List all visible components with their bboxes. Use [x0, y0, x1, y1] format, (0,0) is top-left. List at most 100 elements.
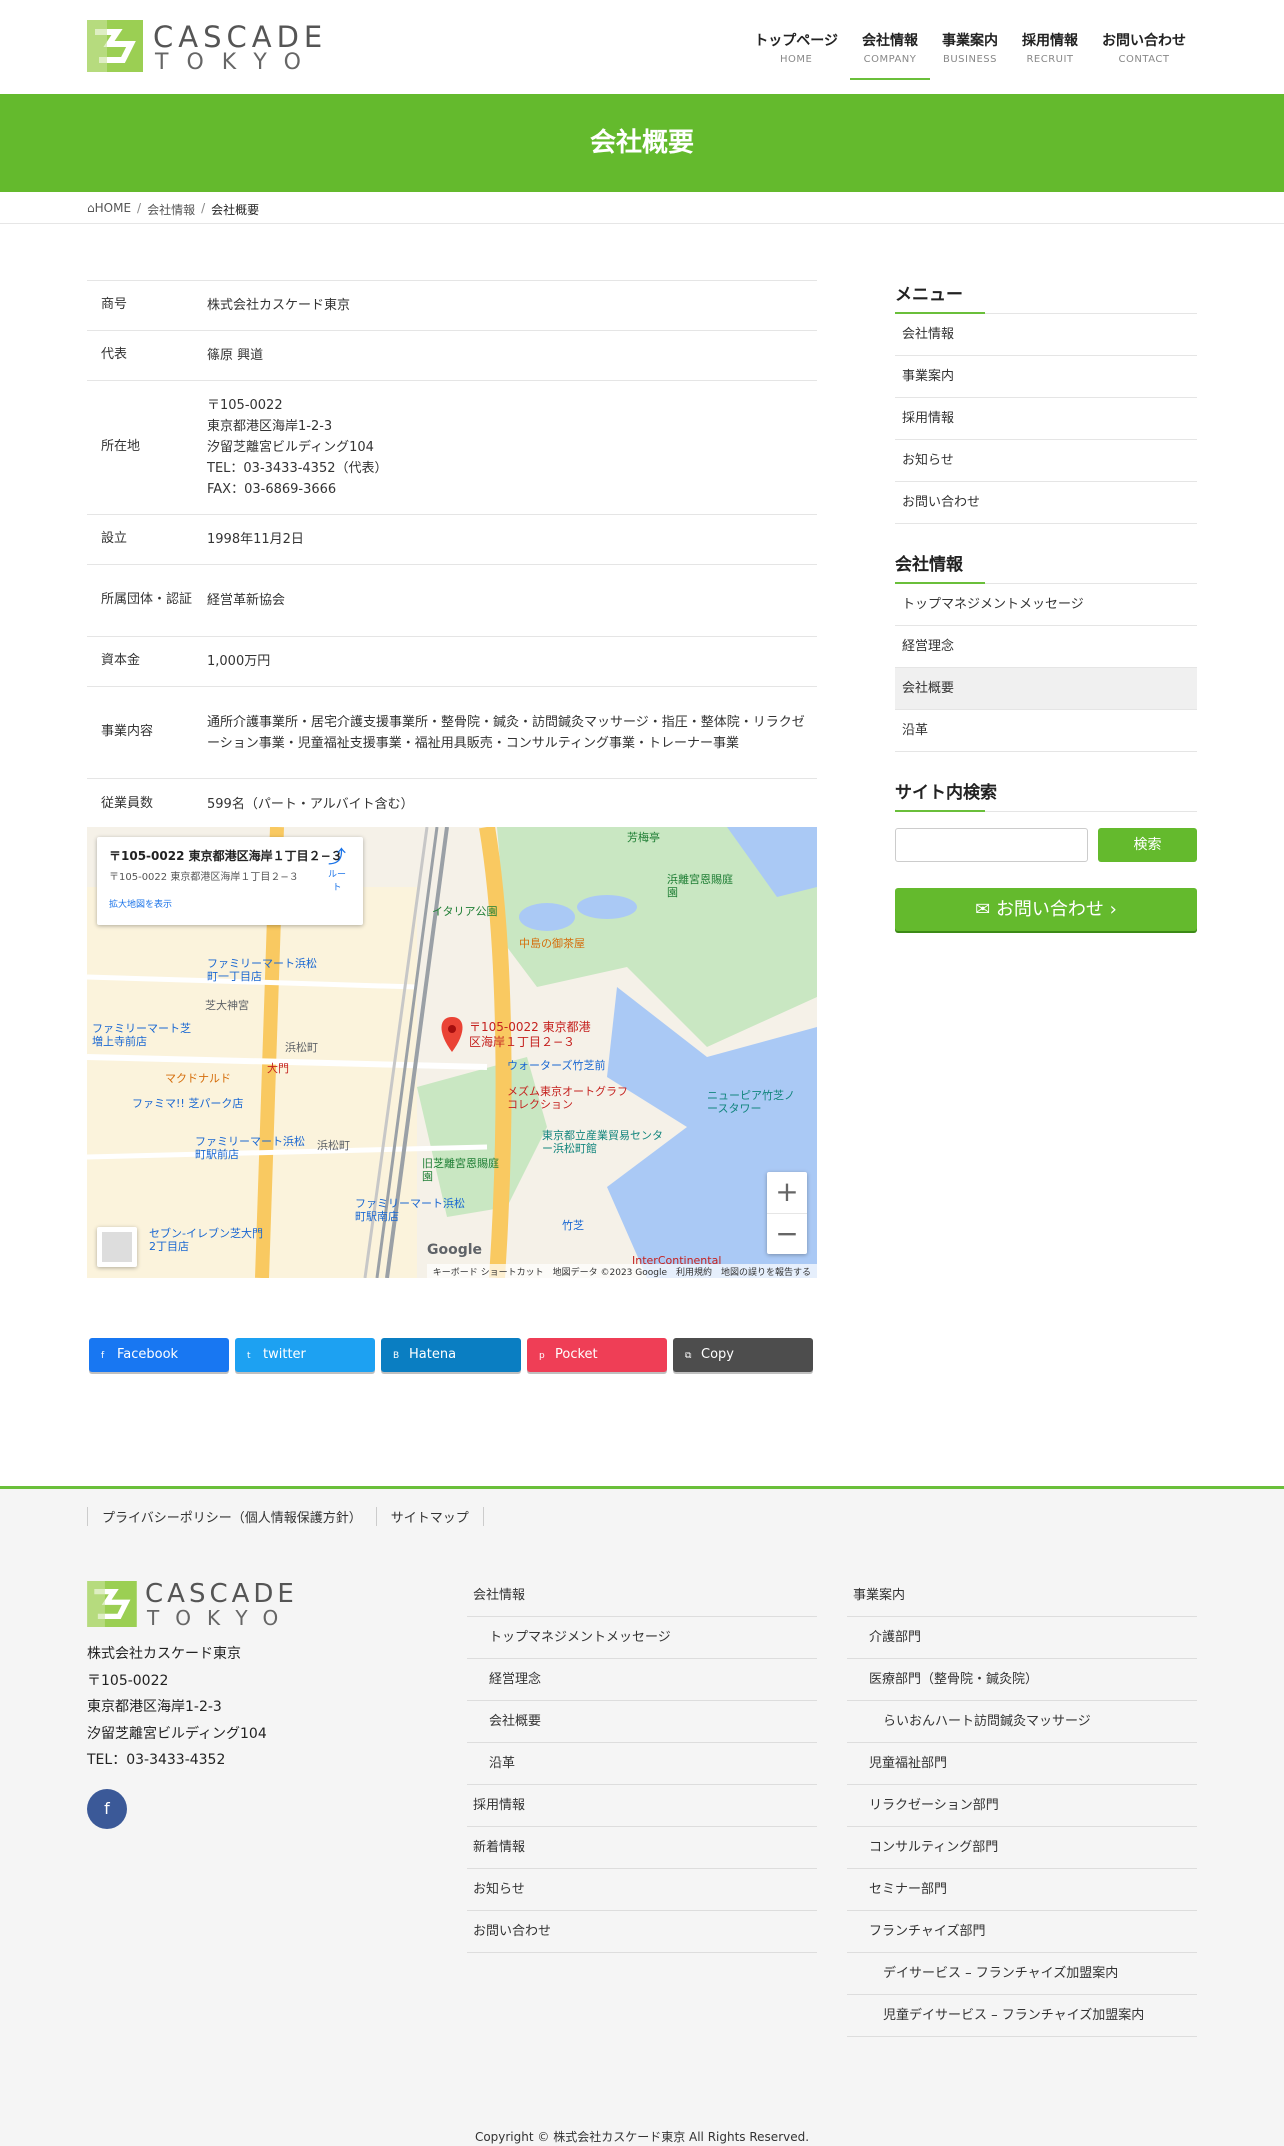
- map-place-label: 浜松町: [285, 1041, 318, 1054]
- nav-business[interactable]: 事業案内 BUSINESS: [930, 30, 1010, 80]
- nav-company-label: 会社情報: [862, 33, 918, 49]
- footer-logo[interactable]: CASCADE TOKYO: [87, 1579, 294, 1630]
- row-value: 篠原 興道: [207, 348, 264, 363]
- share-copy-button[interactable]: ⧉ Copy: [673, 1338, 813, 1372]
- nav-recruit[interactable]: 採用情報 RECRUIT: [1010, 30, 1090, 80]
- sidebar-item-philosophy[interactable]: 経営理念: [895, 626, 1197, 668]
- footer-link[interactable]: 経営理念: [467, 1659, 817, 1701]
- sidebar-item-message[interactable]: トップマネジメントメッセージ: [895, 584, 1197, 626]
- logo-mark-icon: [87, 20, 143, 72]
- footer-link[interactable]: 新着情報: [467, 1827, 817, 1869]
- zoom-out-button[interactable]: −: [767, 1213, 807, 1254]
- map-place-label: 浜離宮恩賜庭園: [667, 873, 733, 899]
- breadcrumb-current: 会社概要: [211, 203, 260, 217]
- footer-link[interactable]: 沿革: [467, 1743, 817, 1785]
- footer-link[interactable]: フランチャイズ部門: [847, 1911, 1197, 1953]
- footer-col-company: 会社情報 トップマネジメントメッセージ 経営理念 会社概要 沿革 採用情報 新着…: [467, 1575, 817, 1953]
- row-label: 商号: [101, 297, 128, 313]
- footer-link[interactable]: トップマネジメントメッセージ: [467, 1617, 817, 1659]
- google-logo: Google: [427, 1242, 483, 1258]
- footer-link[interactable]: デイサービス – フランチャイズ加盟案内: [847, 1953, 1197, 1995]
- pocket-icon: p: [539, 1351, 545, 1361]
- sidebar-item-recruit[interactable]: 採用情報: [895, 398, 1197, 440]
- sidebar-menu-title: メニュー: [895, 280, 1197, 314]
- footer-link[interactable]: セミナー部門: [847, 1869, 1197, 1911]
- breadcrumb-company[interactable]: 会社情報: [147, 201, 195, 218]
- map-place-label: メズム東京オートグラフコレクション: [507, 1085, 628, 1111]
- share-hatena-button[interactable]: B Hatena: [381, 1338, 521, 1372]
- map-place-label: ファミマ!! 芝パーク店: [132, 1097, 244, 1110]
- logo-text-tokyo: TOKYO: [147, 1606, 295, 1630]
- privacy-policy-link[interactable]: プライバシーポリシー（個人情報保護方針）: [87, 1507, 376, 1526]
- map-larger-link[interactable]: 拡大地図を表示: [109, 897, 351, 910]
- contact-button[interactable]: ✉ お問い合わせ ›: [895, 888, 1197, 931]
- footer-facebook-button[interactable]: f: [87, 1789, 127, 1829]
- footer-link[interactable]: お問い合わせ: [467, 1911, 817, 1953]
- sidebar-item-business[interactable]: 事業案内: [895, 356, 1197, 398]
- sidebar-menu: 会社情報 事業案内 採用情報 お知らせ お問い合わせ: [895, 314, 1197, 524]
- map-pin-label: 〒105-0022 東京都港 区海岸１丁目２−３: [469, 1020, 591, 1050]
- sidebar-item-company[interactable]: 会社情報: [895, 314, 1197, 356]
- table-row: 設立 1998年11月2日: [87, 515, 817, 565]
- map-place-label: セブン-イレブン芝大門2丁目店: [149, 1227, 263, 1253]
- nav-company-sublabel: COMPANY: [863, 54, 917, 65]
- nav-contact-sublabel: CONTACT: [1118, 54, 1170, 65]
- page-hero: 会社概要: [0, 94, 1284, 192]
- map-type-toggle[interactable]: [97, 1227, 137, 1267]
- footer-link[interactable]: コンサルティング部門: [847, 1827, 1197, 1869]
- footer-link[interactable]: らいおんハート訪問鍼灸マッサージ: [847, 1701, 1197, 1743]
- sidebar-item-news[interactable]: お知らせ: [895, 440, 1197, 482]
- breadcrumb-home[interactable]: ⌂HOME: [87, 201, 131, 218]
- map-place-label: 大門: [267, 1062, 289, 1075]
- nav-contact[interactable]: お問い合わせ CONTACT: [1090, 30, 1198, 80]
- share-facebook-button[interactable]: f Facebook: [89, 1338, 229, 1372]
- google-map[interactable]: 〒105-0022 東京都港 区海岸１丁目２−３ 芳梅亭 浜離宮恩賜庭園 中島の…: [87, 827, 817, 1278]
- footer-link[interactable]: リラクゼーション部門: [847, 1785, 1197, 1827]
- search-input[interactable]: [895, 828, 1088, 862]
- nav-home[interactable]: トップページ HOME: [742, 30, 850, 80]
- map-directions-button[interactable]: ⤴ ルート: [325, 849, 349, 894]
- row-label: 代表: [101, 347, 128, 363]
- footer-link[interactable]: 医療部門（整骨院・鍼灸院）: [847, 1659, 1197, 1701]
- logo-mark-icon: [87, 1581, 137, 1627]
- nav-recruit-label: 採用情報: [1022, 33, 1078, 49]
- table-row: 資本金 1,000万円: [87, 637, 817, 687]
- site-footer: プライバシーポリシー（個人情報保護方針） サイトマップ CASCADE TOKY…: [0, 1486, 1284, 2146]
- page-title: 会社概要: [589, 128, 694, 158]
- footer-link[interactable]: お知らせ: [467, 1869, 817, 1911]
- map-pin-label-line: 区海岸１丁目２−３: [469, 1035, 576, 1049]
- footer-link[interactable]: 会社概要: [467, 1701, 817, 1743]
- row-label: 所在地: [101, 439, 141, 455]
- table-row: 所在地 〒105-0022 東京都港区海岸1-2-3 汐留芝離宮ビルディング10…: [87, 381, 817, 515]
- footer-link[interactable]: 児童福祉部門: [847, 1743, 1197, 1785]
- sidebar-item-contact[interactable]: お問い合わせ: [895, 482, 1197, 524]
- row-value: 〒105-0022 東京都港区海岸1-2-3 汐留芝離宮ビルディング104 TE…: [207, 398, 388, 497]
- map-place-label: ファミリーマート浜松町一丁目店: [207, 957, 317, 983]
- zoom-in-button[interactable]: +: [767, 1172, 807, 1213]
- map-place-label: ウォーターズ竹芝前: [507, 1059, 606, 1072]
- breadcrumb-home-label: HOME: [94, 201, 132, 215]
- sidebar-item-history[interactable]: 沿革: [895, 710, 1197, 752]
- map-attribution[interactable]: キーボード ショートカット 地図データ ©2023 Google 利用規約 地図…: [426, 1264, 817, 1278]
- breadcrumb-separator: /: [201, 201, 206, 215]
- footer-link[interactable]: 事業案内: [847, 1575, 1197, 1617]
- nav-company[interactable]: 会社情報 COMPANY: [850, 30, 930, 80]
- sidebar-item-overview[interactable]: 会社概要: [895, 668, 1197, 710]
- logo-text-cascade: CASCADE: [153, 20, 328, 54]
- share-pocket-button[interactable]: p Pocket: [527, 1338, 667, 1372]
- footer-link[interactable]: 介護部門: [847, 1617, 1197, 1659]
- share-twitter-button[interactable]: t twitter: [235, 1338, 375, 1372]
- footer-link[interactable]: 採用情報: [467, 1785, 817, 1827]
- footer-links: プライバシーポリシー（個人情報保護方針） サイトマップ: [87, 1507, 484, 1526]
- copyright: Copyright © 株式会社カスケード東京 All Rights Reser…: [474, 2130, 810, 2144]
- search-button[interactable]: 検索: [1098, 828, 1197, 862]
- footer-link[interactable]: 会社情報: [467, 1575, 817, 1617]
- sitemap-link[interactable]: サイトマップ: [375, 1507, 484, 1526]
- site-logo[interactable]: CASCADE TOKYO: [87, 20, 322, 75]
- map-pin-label-line: 〒105-0022 東京都港: [469, 1020, 591, 1034]
- row-value: 1998年11月2日: [207, 532, 304, 547]
- main-nav: トップページ HOME 会社情報 COMPANY 事業案内 BUSINESS 採…: [742, 30, 1198, 80]
- footer-link[interactable]: 児童デイサービス – フランチャイズ加盟案内: [847, 1995, 1197, 2037]
- facebook-icon: f: [104, 1799, 110, 1818]
- row-label: 所属団体・認証: [101, 592, 193, 608]
